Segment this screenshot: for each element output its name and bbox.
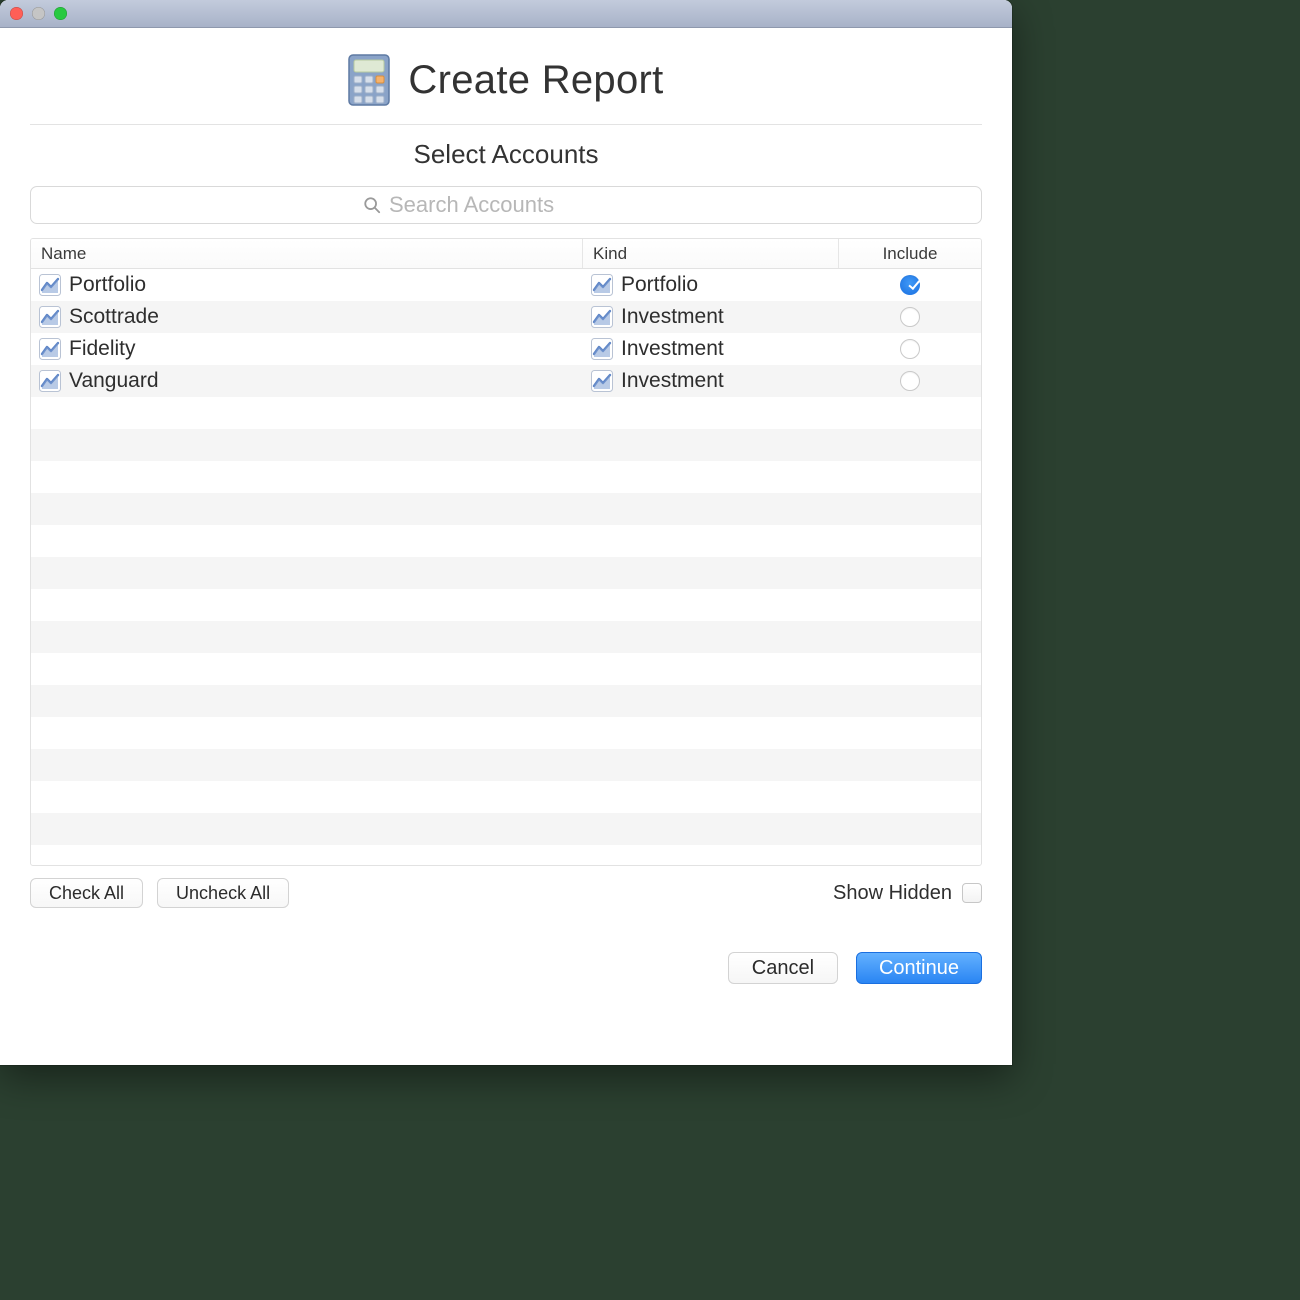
show-hidden-checkbox[interactable] — [962, 883, 982, 903]
column-header-include[interactable]: Include — [839, 244, 981, 264]
account-name: Vanguard — [69, 369, 159, 393]
table-row — [31, 749, 981, 781]
cell-kind: Portfolio — [583, 273, 839, 297]
cancel-button[interactable]: Cancel — [728, 952, 838, 984]
show-hidden-label: Show Hidden — [833, 882, 952, 905]
include-radio[interactable] — [900, 371, 920, 391]
page-header: Create Report — [30, 48, 982, 124]
table-row — [31, 621, 981, 653]
zoom-icon[interactable] — [54, 7, 67, 20]
titlebar[interactable] — [0, 0, 1012, 28]
column-header-kind[interactable]: Kind — [583, 239, 839, 268]
account-name: Scottrade — [69, 305, 159, 329]
search-field[interactable] — [30, 186, 982, 224]
page-title: Create Report — [408, 58, 663, 103]
cell-include — [839, 339, 981, 359]
table-row — [31, 781, 981, 813]
cell-include — [839, 307, 981, 327]
check-all-button[interactable]: Check All — [30, 878, 143, 908]
cell-name: Scottrade — [31, 305, 583, 329]
chart-icon — [39, 274, 61, 296]
chart-icon — [591, 274, 613, 296]
cell-name: Portfolio — [31, 273, 583, 297]
chart-icon — [591, 338, 613, 360]
table-body: Portfolio Portfolio Scottrade Investment… — [31, 269, 981, 865]
cell-name: Fidelity — [31, 337, 583, 361]
calculator-icon — [348, 54, 390, 106]
minimize-icon[interactable] — [32, 7, 45, 20]
show-hidden-toggle[interactable]: Show Hidden — [833, 882, 982, 905]
account-name: Fidelity — [69, 337, 136, 361]
table-row — [31, 589, 981, 621]
dialog-buttons: Cancel Continue — [30, 952, 982, 984]
account-kind: Portfolio — [621, 273, 698, 297]
table-row — [31, 429, 981, 461]
search-input[interactable] — [389, 192, 649, 218]
cell-kind: Investment — [583, 369, 839, 393]
cell-kind: Investment — [583, 305, 839, 329]
table-row[interactable]: Vanguard Investment — [31, 365, 981, 397]
chart-icon — [39, 306, 61, 328]
table-row[interactable]: Portfolio Portfolio — [31, 269, 981, 301]
table-row — [31, 685, 981, 717]
cell-kind: Investment — [583, 337, 839, 361]
table-footer: Check All Uncheck All Show Hidden — [30, 878, 982, 908]
search-icon — [363, 196, 381, 214]
divider — [30, 124, 982, 125]
account-kind: Investment — [621, 369, 724, 393]
chart-icon — [591, 306, 613, 328]
account-name: Portfolio — [69, 273, 146, 297]
table-row — [31, 813, 981, 845]
content-area: Create Report Select Accounts Name Kind … — [0, 28, 1012, 1065]
table-row — [31, 397, 981, 429]
table-row — [31, 461, 981, 493]
table-row[interactable]: Scottrade Investment — [31, 301, 981, 333]
accounts-table: Name Kind Include Portfolio Portfolio Sc… — [30, 238, 982, 866]
continue-button[interactable]: Continue — [856, 952, 982, 984]
table-row — [31, 653, 981, 685]
include-radio[interactable] — [900, 275, 920, 295]
cell-name: Vanguard — [31, 369, 583, 393]
uncheck-all-button[interactable]: Uncheck All — [157, 878, 289, 908]
account-kind: Investment — [621, 337, 724, 361]
traffic-lights — [10, 7, 67, 20]
column-header-name[interactable]: Name — [31, 239, 583, 268]
chart-icon — [39, 338, 61, 360]
table-row — [31, 493, 981, 525]
cell-include — [839, 275, 981, 295]
table-row — [31, 557, 981, 589]
account-kind: Investment — [621, 305, 724, 329]
table-row — [31, 717, 981, 749]
include-radio[interactable] — [900, 307, 920, 327]
include-radio[interactable] — [900, 339, 920, 359]
table-header: Name Kind Include — [31, 239, 981, 269]
create-report-window: Create Report Select Accounts Name Kind … — [0, 0, 1012, 1065]
chart-icon — [39, 370, 61, 392]
close-icon[interactable] — [10, 7, 23, 20]
table-row — [31, 525, 981, 557]
cell-include — [839, 371, 981, 391]
page-subtitle: Select Accounts — [30, 139, 982, 170]
chart-icon — [591, 370, 613, 392]
table-row[interactable]: Fidelity Investment — [31, 333, 981, 365]
